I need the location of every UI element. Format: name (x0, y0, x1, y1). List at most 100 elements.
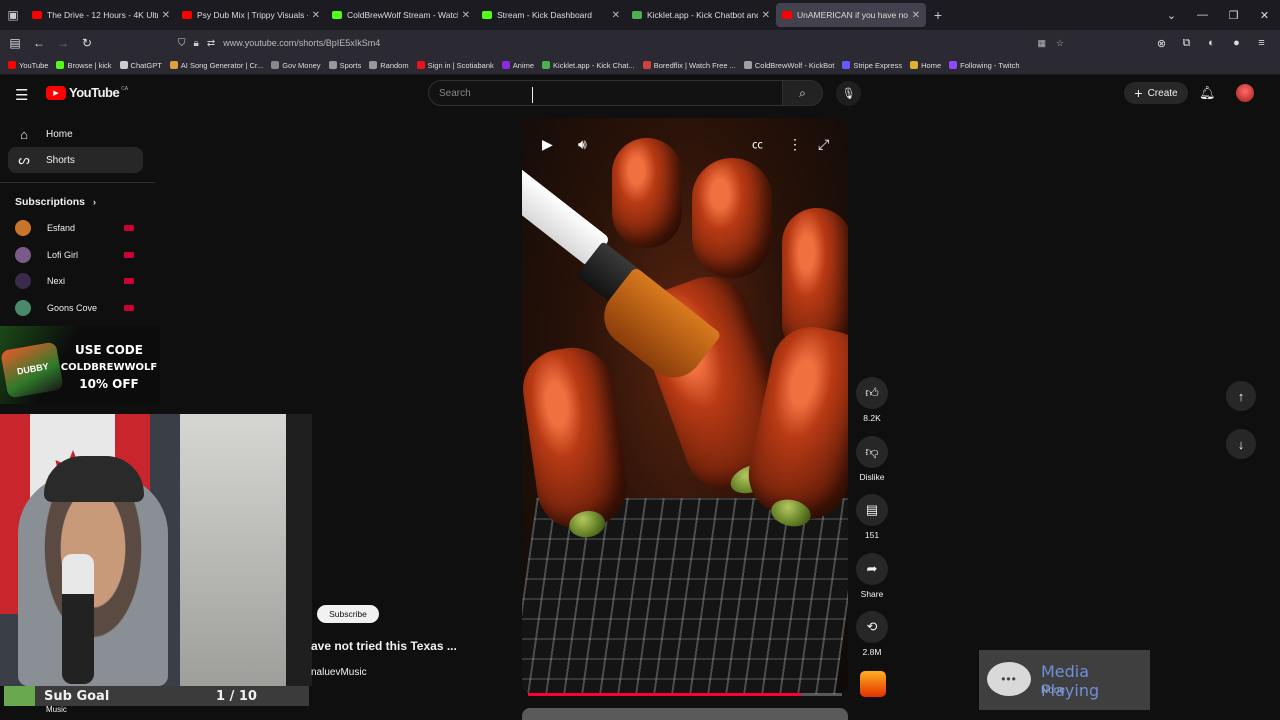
subscriptions-heading[interactable]: Subscriptions › (15, 196, 96, 208)
notifications-bell-icon[interactable]: 🔔︎ (1199, 85, 1216, 101)
bookmark-item[interactable]: Following - Twitch (949, 61, 1020, 70)
lock-icon[interactable]: 🔒︎ (194, 38, 199, 49)
bookmark-item[interactable]: ColdBrewWolf - KickBot (743, 60, 835, 70)
forward-icon[interactable]: → (51, 36, 75, 50)
menu-icon[interactable]: ≡ (1249, 37, 1274, 49)
browser-tab[interactable]: Stream - Kick Dashboard ✕ (476, 3, 626, 27)
shield-icon[interactable]: ⛉ (178, 38, 186, 49)
next-short-button[interactable]: ↓ (1226, 429, 1256, 459)
permissions-icon[interactable]: ⇄ (207, 38, 215, 49)
bookmark-item[interactable]: AI Song Generator | Cr... (169, 60, 264, 70)
volume-icon[interactable]: 🔊︎ (578, 136, 587, 153)
fullscreen-icon[interactable]: ⤢ (818, 136, 829, 153)
more-options-icon[interactable]: ⋮ (788, 136, 802, 153)
bookmark-item[interactable]: Gov Money (271, 61, 321, 70)
bookmark-item[interactable]: Home (910, 61, 941, 70)
sidebar-item-music[interactable]: Music (46, 705, 67, 714)
live-indicator-icon (124, 305, 134, 311)
home-icon: ⌂ (20, 126, 28, 142)
bookmark-item[interactable]: Random (369, 61, 409, 70)
bookmark-item[interactable]: Sign in | Scotiabank (416, 61, 494, 70)
close-tab-icon[interactable]: ✕ (762, 10, 770, 21)
restore-icon[interactable]: ❐ (1218, 9, 1249, 22)
comments-button[interactable]: ▤ 151 (856, 494, 888, 540)
extension-badge-icon[interactable]: ● (1224, 37, 1249, 49)
bookmark-item[interactable]: Anime (501, 61, 534, 70)
blocker-extension-icon[interactable]: ⊗ (1149, 37, 1174, 50)
browser-tab[interactable]: Psy Dub Mix | Trippy Visuals + I ✕ (176, 3, 326, 27)
url-text[interactable]: www.youtube.com/shorts/BpIE5xIkSm4 (223, 38, 380, 48)
channel-name[interactable]: naluevMusic (311, 667, 367, 678)
tab-overflow-icon[interactable]: ⌄ (1156, 9, 1187, 22)
like-button[interactable]: 👍︎ 8.2K (856, 377, 888, 423)
live-indicator-icon (124, 278, 134, 284)
remix-button[interactable]: ⟲ 2.8M (856, 611, 888, 657)
captions-icon[interactable]: ㏄ (752, 136, 763, 152)
bookmark-item[interactable]: Boredflix | Watch Free ... (642, 61, 736, 70)
create-button[interactable]: + Create (1124, 82, 1188, 104)
subscription-item[interactable]: Lofi Girl (15, 245, 140, 265)
browser-tab[interactable]: The Drive - 12 Hours - 4K Ultra ✕ (26, 3, 176, 27)
sound-thumbnail[interactable] (860, 671, 886, 697)
darkmode-extension-icon[interactable]: ◐ (1199, 37, 1224, 49)
tab-list-icon[interactable]: ▣ (0, 0, 26, 30)
search-button[interactable]: ⌕ (783, 80, 823, 106)
close-tab-icon[interactable]: ✕ (312, 10, 320, 21)
short-title[interactable]: ave not tried this Texas ... (311, 639, 457, 653)
bookmark-item[interactable]: Sports (328, 60, 362, 70)
address-bar[interactable]: ⛉ 🔒︎ ⇄ www.youtube.com/shorts/BpIE5xIkSm… (178, 33, 1070, 53)
bookmark-star-icon[interactable]: ☆ (1056, 38, 1064, 49)
sidebar-item-label: Shorts (46, 154, 75, 166)
youtube-header: ☰ ▶ YouTube CA Search ⌕ 🎙︎ + Create 🔔︎ (0, 76, 1280, 112)
close-tab-icon[interactable]: ✕ (462, 10, 470, 21)
close-tab-icon[interactable]: ✕ (912, 10, 920, 21)
browser-tab[interactable]: Kicklet.app - Kick Chatbot and (✕ (626, 3, 776, 27)
dislike-button[interactable]: 👎︎ Dislike (856, 436, 888, 482)
bookmark-label: ColdBrewWolf - KickBot (754, 60, 835, 70)
arrow-up-icon: ↑ (1237, 388, 1245, 404)
search-input[interactable]: Search (428, 80, 783, 106)
voice-search-button[interactable]: 🎙︎ (836, 81, 861, 106)
comment-icon: ▤ (865, 502, 879, 517)
subscription-item[interactable]: Nexi (15, 271, 140, 291)
close-window-icon[interactable]: ✕ (1249, 9, 1280, 22)
bookmark-item[interactable]: Kicklet.app - Kick Chat... (542, 61, 635, 70)
live-indicator-icon (124, 252, 134, 258)
promo-line-3: 10% OFF (79, 377, 139, 391)
reload-icon[interactable]: ↻ (75, 36, 99, 50)
youtube-logo[interactable]: ▶ YouTube CA (46, 85, 128, 100)
bookmark-label: Browse | kick (67, 60, 112, 70)
browser-tab[interactable]: ColdBrewWolf Stream - Watch L ✕ (326, 3, 476, 27)
minimize-icon[interactable]: — (1187, 9, 1218, 21)
extensions-icon[interactable]: ⧉ (1174, 37, 1199, 50)
subscribe-button[interactable]: Subscribe (317, 605, 379, 623)
bookmark-item[interactable]: Stripe Express (842, 61, 902, 70)
bookmark-item[interactable]: ChatGPT (119, 61, 162, 70)
next-short-preview[interactable] (522, 708, 848, 720)
sidebar-item-shorts[interactable]: ᔕ Shorts (8, 147, 143, 173)
bookmark-item[interactable]: YouTube (8, 61, 48, 70)
browser-tab-strip: ▣ The Drive - 12 Hours - 4K Ultra ✕ Psy Du… (0, 0, 1280, 30)
arrow-down-icon: ↓ (1237, 436, 1245, 452)
bookmark-item[interactable]: Browse | kick (56, 60, 112, 70)
sidebar-item-home[interactable]: ⌂ Home (8, 121, 143, 147)
browser-tab[interactable]: UnAMERICAN if you have not t ✕ (776, 3, 926, 27)
subscriptions-heading-label: Subscriptions (15, 196, 86, 208)
sidebar-toggle-icon[interactable]: ▤ (3, 36, 27, 50)
share-button[interactable]: ➦ Share (856, 553, 888, 599)
reader-view-icon[interactable]: ▦ (1037, 38, 1046, 49)
close-tab-icon[interactable]: ✕ (162, 10, 170, 21)
bookmark-label: Sports (339, 60, 362, 70)
previous-short-button[interactable]: ↑ (1226, 381, 1256, 411)
bookmark-label: AI Song Generator | Cr... (180, 60, 264, 70)
close-tab-icon[interactable]: ✕ (612, 10, 620, 21)
back-icon[interactable]: ← (27, 36, 51, 50)
playback-progress[interactable] (528, 693, 842, 696)
guide-menu-icon[interactable]: ☰ (15, 86, 28, 104)
play-icon[interactable]: ▶ (542, 136, 553, 153)
new-tab-button[interactable]: + (926, 7, 950, 23)
shorts-player[interactable]: ▶ 🔊︎ ㏄ ⋮ ⤢ (522, 118, 848, 694)
account-avatar[interactable] (1236, 84, 1254, 102)
subscription-item[interactable]: Goons Cove (15, 298, 140, 318)
subscription-item[interactable]: Esfand (15, 218, 140, 238)
